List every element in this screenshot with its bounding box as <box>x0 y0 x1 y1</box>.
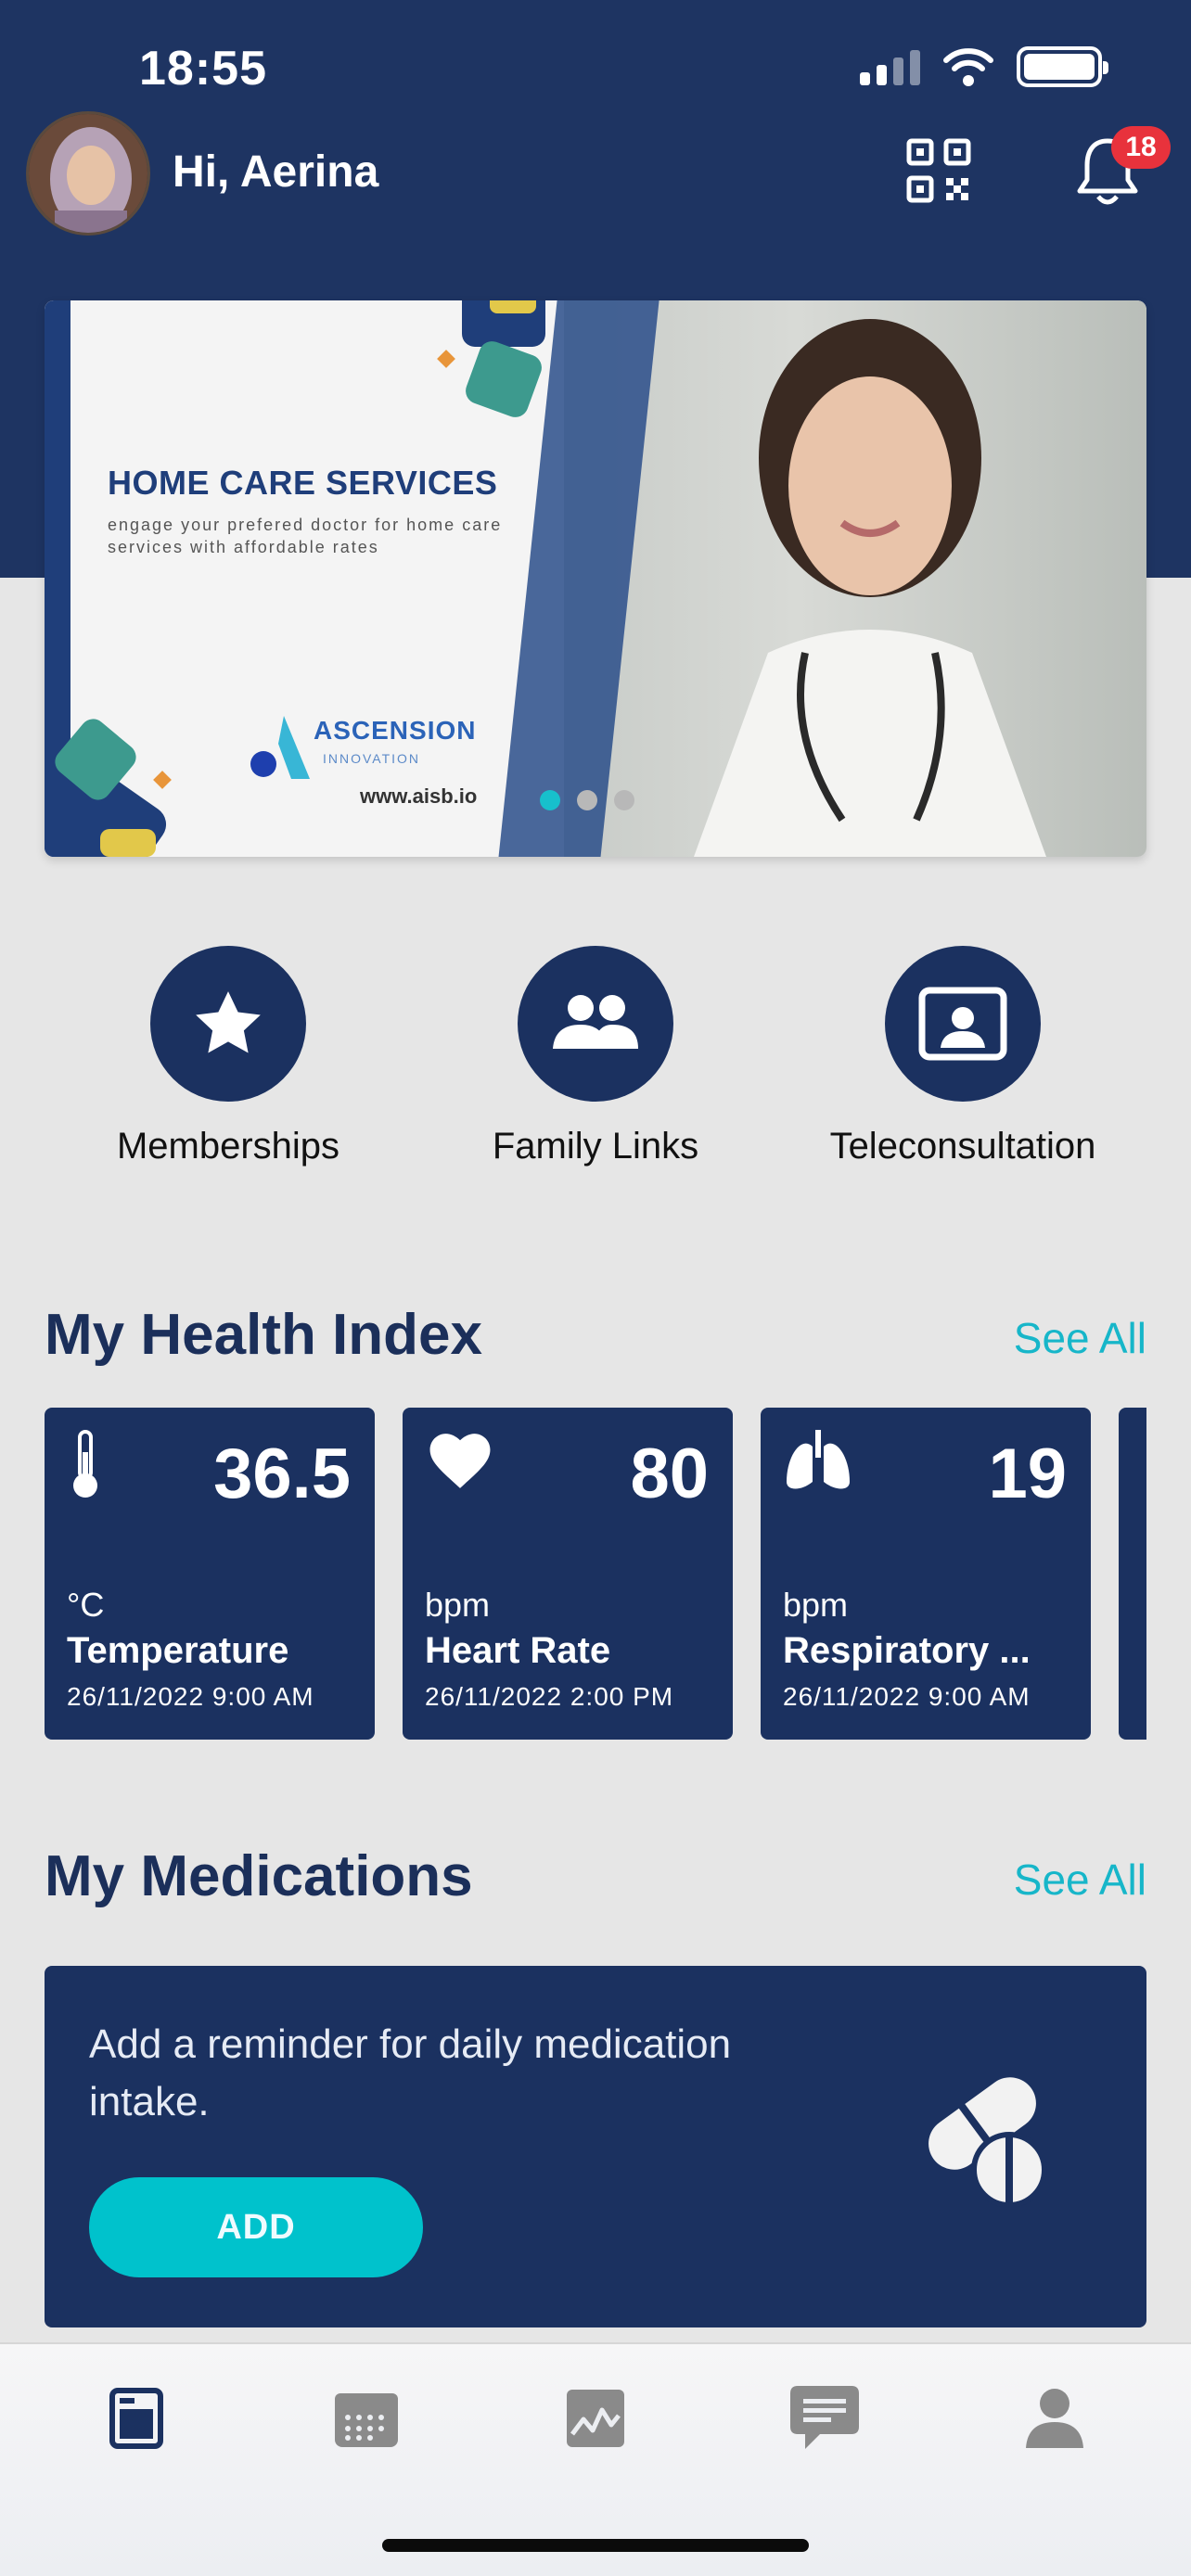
teleconsultation-button[interactable] <box>885 946 1041 1102</box>
heart-icon <box>429 1434 491 1488</box>
health-value: 36.5 <box>213 1435 351 1513</box>
banner-brand: ASCENSION <box>314 716 477 745</box>
family-links-shortcut[interactable]: Family Links <box>429 946 762 1167</box>
health-value: 80 <box>630 1435 709 1513</box>
health-index-see-all[interactable]: See All <box>1014 1313 1146 1363</box>
greeting: Hi, Aerina <box>173 147 379 197</box>
wifi-icon <box>943 48 993 86</box>
pills-icon <box>928 2077 1047 2207</box>
notification-badge: 18 <box>1111 126 1171 169</box>
nav-activity[interactable] <box>554 2381 637 2455</box>
calendar-icon <box>335 2393 398 2447</box>
health-unit: bpm <box>425 1586 491 1624</box>
decor-shapes-bottom <box>45 719 172 857</box>
home-indicator[interactable] <box>382 2539 809 2552</box>
avatar[interactable] <box>26 111 150 236</box>
home-icon <box>109 2388 163 2449</box>
banner-subtitle: engage your prefered doctor for home car… <box>108 516 503 556</box>
nav-chat[interactable] <box>783 2381 866 2455</box>
thermometer-icon <box>73 1430 97 1498</box>
doctor-photo <box>564 300 1146 857</box>
qr-code-icon[interactable] <box>905 137 972 204</box>
teleconsultation-shortcut[interactable]: Teleconsultation <box>796 946 1130 1167</box>
status-time: 18:55 <box>139 42 267 96</box>
shortcut-label: Memberships <box>116 1126 340 1167</box>
nav-profile[interactable] <box>1013 2381 1096 2455</box>
health-name: Heart Rate <box>425 1630 611 1671</box>
add-reminder-button[interactable]: ADD <box>89 2177 423 2277</box>
ascension-logo-icon <box>250 716 310 779</box>
family-links-button[interactable] <box>518 946 673 1102</box>
medication-reminder-card: Add a reminder for daily medication inta… <box>45 1966 1146 2327</box>
carousel-dot[interactable] <box>577 790 597 810</box>
nav-home[interactable] <box>95 2381 178 2455</box>
health-value: 19 <box>988 1435 1067 1513</box>
carousel-dots[interactable] <box>540 790 634 810</box>
video-call-icon <box>918 987 1007 1061</box>
health-index-list[interactable]: 36.5 °C Temperature 26/11/2022 9:00 AM 8… <box>45 1408 1146 1741</box>
health-time: 26/11/2022 2:00 PM <box>425 1682 674 1711</box>
shortcut-label: Teleconsultation <box>829 1126 1096 1167</box>
health-card-respiratory[interactable]: 19 bpm Respiratory ... 26/11/2022 9:00 A… <box>761 1408 1091 1740</box>
health-time: 26/11/2022 9:00 AM <box>783 1682 1031 1711</box>
star-icon <box>196 991 261 1053</box>
people-icon <box>553 995 638 1049</box>
health-index-title: My Health Index <box>45 1303 482 1367</box>
banner-url: www.aisb.io <box>360 784 478 808</box>
medications-see-all[interactable]: See All <box>1014 1855 1146 1905</box>
profile-icon <box>1026 2389 1083 2448</box>
battery-icon <box>1017 46 1108 87</box>
health-name: Temperature <box>67 1630 289 1671</box>
carousel-dot[interactable] <box>614 790 634 810</box>
banner-title: HOME CARE SERVICES <box>108 464 498 502</box>
lungs-icon <box>787 1430 850 1489</box>
nav-calendar[interactable] <box>325 2381 408 2455</box>
promo-banner[interactable]: HOME CARE SERVICES engage your prefered … <box>45 300 1146 857</box>
banner-brand-sub: INNOVATION <box>323 751 421 766</box>
signal-icon <box>860 48 920 85</box>
chat-icon <box>790 2386 859 2449</box>
health-card-partial[interactable] <box>1119 1408 1146 1740</box>
reminder-text: Add a reminder for daily medication inta… <box>89 2021 732 2124</box>
activity-chart-icon <box>567 2390 624 2447</box>
health-card-heart-rate[interactable]: 80 bpm Heart Rate 26/11/2022 2:00 PM <box>403 1408 733 1740</box>
shortcut-label: Family Links <box>492 1126 699 1167</box>
status-icons <box>860 46 1108 87</box>
decor-shapes-top <box>437 300 545 417</box>
health-unit: °C <box>67 1586 105 1624</box>
medications-title: My Medications <box>45 1844 473 1908</box>
memberships-shortcut[interactable]: Memberships <box>61 946 395 1167</box>
health-name: Respiratory ... <box>783 1630 1031 1671</box>
health-unit: bpm <box>783 1586 849 1624</box>
memberships-button[interactable] <box>150 946 306 1102</box>
health-time: 26/11/2022 9:00 AM <box>67 1682 314 1711</box>
health-card-temperature[interactable]: 36.5 °C Temperature 26/11/2022 9:00 AM <box>45 1408 375 1740</box>
carousel-dot[interactable] <box>540 790 560 810</box>
